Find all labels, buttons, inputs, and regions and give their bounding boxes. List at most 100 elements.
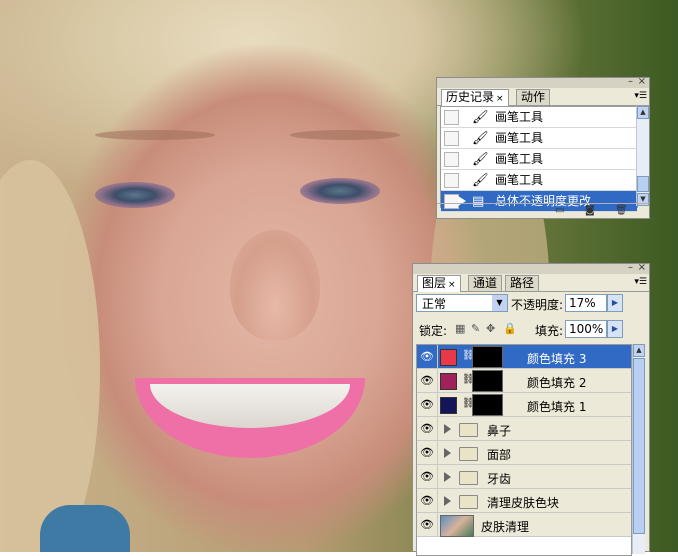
left-eye	[95, 182, 175, 208]
lock-transparency-icon[interactable]: ▦	[455, 322, 465, 335]
lock-position-icon[interactable]: ✥	[486, 322, 495, 335]
tab-actions[interactable]: 动作	[516, 89, 551, 105]
eye-icon[interactable]: 👁	[419, 494, 435, 508]
eye-icon[interactable]: 👁	[419, 398, 435, 412]
panel-menu-icon[interactable]: ▾☰	[634, 277, 647, 287]
divider	[437, 465, 438, 489]
chevron-down-icon[interactable]: ▼	[492, 295, 507, 311]
scroll-thumb[interactable]	[633, 358, 645, 534]
history-scrollbar[interactable]: ▲ ▼	[636, 106, 649, 206]
history-snapshot-checkbox[interactable]	[444, 131, 459, 146]
history-item[interactable]: 🖌 画笔工具	[441, 170, 637, 191]
scroll-thumb[interactable]	[637, 176, 649, 192]
lock-all-icon[interactable]: 🔒	[503, 322, 517, 335]
layer-group-clean-skin-patches[interactable]: 👁 清理皮肤色块	[417, 489, 631, 513]
layer-thumbnail[interactable]	[440, 515, 474, 537]
history-item[interactable]: 🖌 画笔工具	[441, 128, 637, 149]
history-snapshot-checkbox[interactable]	[444, 110, 459, 125]
opacity-label: 不透明度:	[511, 298, 564, 312]
eye-icon[interactable]: 👁	[419, 422, 435, 436]
history-snapshot-checkbox[interactable]	[444, 152, 459, 167]
shirt	[40, 505, 130, 552]
fill-color-swatch[interactable]	[440, 373, 457, 390]
tab-layers[interactable]: 图层 ×	[417, 275, 461, 292]
layer-mask-thumbnail[interactable]	[472, 346, 503, 368]
history-panel: – × 历史记录 × 动作 ▾☰ 🖌 画笔工具 🖌 画笔工具 🖌 画笔工具 🖌 画…	[436, 76, 650, 219]
camera-icon[interactable]: ◙	[585, 205, 595, 217]
trash-icon[interactable]: 🗑	[615, 205, 628, 217]
blend-mode-select[interactable]: 正常 ▼	[416, 294, 508, 312]
fill-slider-button[interactable]: ▶	[607, 320, 623, 338]
layer-group-nose[interactable]: 👁 鼻子	[417, 417, 631, 441]
history-panel-titlebar[interactable]: – ×	[437, 76, 649, 88]
expand-triangle-icon[interactable]	[444, 448, 451, 458]
divider	[437, 441, 438, 465]
layers-panel-titlebar[interactable]: – ×	[413, 262, 649, 274]
divider	[437, 393, 438, 417]
folder-icon	[459, 495, 478, 509]
history-toolbar: ▭ ◙ 🗑	[437, 203, 649, 218]
fill-color-swatch[interactable]	[440, 397, 457, 414]
blend-options-row: 正常 ▼ 不透明度: 17% ▶	[413, 292, 649, 316]
layer-group-teeth[interactable]: 👁 牙齿	[417, 465, 631, 489]
history-list: 🖌 画笔工具 🖌 画笔工具 🖌 画笔工具 🖌 画笔工具 ▤ 总体不透明度更改	[440, 106, 638, 212]
lock-image-icon[interactable]: ✎	[471, 322, 480, 335]
nose	[230, 230, 320, 340]
minimize-icon[interactable]: –	[628, 262, 633, 274]
eye-icon[interactable]: 👁	[419, 518, 435, 532]
panel-menu-icon[interactable]: ▾☰	[634, 91, 647, 101]
lock-row: 锁定: ▦ ✎ ✥ 🔒 填充: 100% ▶	[413, 318, 649, 342]
right-eye	[300, 178, 380, 204]
layer-row-color-fill-3[interactable]: 👁 ⛓ 颜色填充 3	[417, 345, 631, 369]
divider	[437, 417, 438, 441]
tab-close-icon[interactable]: ×	[448, 280, 456, 290]
layer-row-color-fill-2[interactable]: 👁 ⛓ 颜色填充 2	[417, 369, 631, 393]
expand-triangle-icon[interactable]	[444, 472, 451, 482]
scroll-up-button[interactable]: ▲	[633, 344, 645, 357]
layer-group-face[interactable]: 👁 面部	[417, 441, 631, 465]
divider	[437, 369, 438, 393]
folder-icon	[459, 447, 478, 461]
folder-icon	[459, 423, 478, 437]
left-eyebrow	[95, 130, 215, 140]
opacity-input[interactable]: 17%	[565, 294, 607, 312]
new-document-icon[interactable]: ▭	[555, 205, 564, 217]
history-tabs: 历史记录 × 动作 ▾☰	[437, 88, 649, 106]
layers-list: 👁 ⛓ 颜色填充 3 👁 ⛓ 颜色填充 2 👁 ⛓ 颜色填充 1 👁 鼻子 👁 …	[416, 344, 632, 556]
divider	[437, 489, 438, 513]
brush-icon: 🖌	[472, 131, 489, 146]
fill-color-swatch[interactable]	[440, 349, 457, 366]
layer-row-skin-cleanup[interactable]: 👁 皮肤清理	[417, 513, 631, 537]
fill-input[interactable]: 100%	[565, 320, 607, 338]
tab-paths[interactable]: 路径	[505, 275, 540, 291]
history-item[interactable]: 🖌 画笔工具	[441, 107, 637, 128]
close-icon[interactable]: ×	[638, 76, 646, 88]
scroll-up-button[interactable]: ▲	[637, 106, 649, 119]
brush-icon: 🖌	[472, 110, 489, 125]
eye-icon[interactable]: 👁	[419, 446, 435, 460]
expand-triangle-icon[interactable]	[444, 496, 451, 506]
opacity-slider-button[interactable]: ▶	[607, 294, 623, 312]
layer-mask-thumbnail[interactable]	[472, 394, 503, 416]
tab-channels[interactable]: 通道	[468, 275, 503, 291]
hair-left	[0, 160, 100, 552]
history-item[interactable]: 🖌 画笔工具	[441, 149, 637, 170]
layer-mask-thumbnail[interactable]	[472, 370, 503, 392]
divider	[437, 345, 438, 369]
minimize-icon[interactable]: –	[628, 76, 633, 88]
close-icon[interactable]: ×	[638, 262, 646, 274]
right-eyebrow	[290, 130, 400, 140]
expand-triangle-icon[interactable]	[444, 424, 451, 434]
brush-icon: 🖌	[472, 173, 489, 188]
eye-icon[interactable]: 👁	[419, 374, 435, 388]
divider	[437, 513, 438, 537]
tab-close-icon[interactable]: ×	[496, 94, 504, 104]
eye-icon[interactable]: 👁	[419, 350, 435, 364]
brush-icon: 🖌	[472, 152, 489, 167]
layers-scrollbar[interactable]: ▲	[632, 344, 645, 554]
layers-panel: – × 图层 × 通道 路径 ▾☰ 正常 ▼ 不透明度: 17% ▶ 锁定: ▦ …	[412, 262, 650, 556]
tab-history[interactable]: 历史记录 ×	[441, 89, 509, 106]
eye-icon[interactable]: 👁	[419, 470, 435, 484]
layer-row-color-fill-1[interactable]: 👁 ⛓ 颜色填充 1	[417, 393, 631, 417]
history-snapshot-checkbox[interactable]	[444, 173, 459, 188]
